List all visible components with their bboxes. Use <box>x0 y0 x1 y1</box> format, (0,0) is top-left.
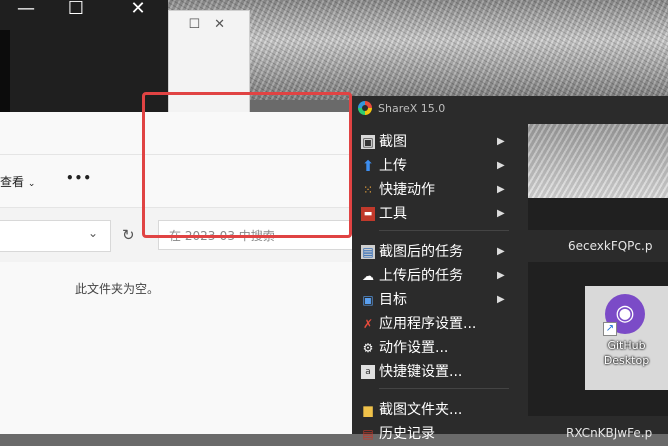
shortcut-arrow-icon: ↗ <box>603 322 617 336</box>
gear-icon: ⚙ <box>362 341 374 355</box>
toolbox-icon: ▬ <box>361 207 375 221</box>
close-icon[interactable]: ✕ <box>124 0 152 22</box>
menu-item-screenshots-folder[interactable]: ▆ 截图文件夹... <box>357 398 517 422</box>
maximize-icon[interactable]: ☐ <box>62 0 90 22</box>
menu-item-app-settings[interactable]: ✗ 应用程序设置... <box>357 312 517 336</box>
dark-window-content <box>0 30 10 112</box>
menu-item-history[interactable]: ▤ 历史记录 <box>357 422 517 446</box>
chevron-down-icon[interactable]: ⌄ <box>88 226 98 240</box>
menu-item-label: 截图 <box>379 134 407 150</box>
menu-item-tools[interactable]: ▬ 工具 ▶ <box>357 202 517 226</box>
menu-item-action-settings[interactable]: ⚙ 动作设置... <box>357 336 517 360</box>
chevron-down-icon: ⌄ <box>27 179 36 189</box>
submenu-arrow-icon: ▶ <box>497 270 505 281</box>
submenu-arrow-icon: ▶ <box>497 160 505 171</box>
empty-folder-text: 此文件夹为空。 <box>75 282 160 296</box>
submenu-arrow-icon: ▶ <box>497 246 505 257</box>
submenu-arrow-icon: ▶ <box>497 294 505 305</box>
thumbnail-footer <box>528 198 668 230</box>
camera-icon: ▣ <box>361 135 375 149</box>
menu-item-label: 截图文件夹... <box>379 402 463 418</box>
folder-icon: ▆ <box>363 403 373 417</box>
view-label: 查看 <box>0 175 25 189</box>
shortcut-label-line2: Desktop <box>603 354 650 367</box>
background-window-controls[interactable]: ☐✕ <box>188 17 239 32</box>
view-menu-button[interactable]: 查看 ⌄ <box>0 173 35 190</box>
history-icon: ▤ <box>362 427 374 441</box>
menu-item-label: 工具 <box>379 206 407 222</box>
monitor-target-icon: ▣ <box>362 293 374 307</box>
refresh-icon[interactable]: ↻ <box>122 226 135 244</box>
sharex-title: ShareX 15.0 <box>378 102 446 115</box>
menu-item-hotkey-settings[interactable]: a 快捷键设置... <box>357 360 517 384</box>
monitor-icon: ▤ <box>361 245 375 259</box>
keyboard-icon: a <box>361 365 375 379</box>
menu-item-label: 上传 <box>379 158 407 174</box>
menu-item-label: 目标 <box>379 292 407 308</box>
address-bar[interactable]: ⌄ <box>0 220 111 252</box>
menu-item-capture[interactable]: ▣ 截图 ▶ <box>357 130 517 154</box>
menu-item-label: 快捷动作 <box>379 182 435 198</box>
minimize-icon[interactable]: — <box>12 0 40 22</box>
sharex-context-menu: ▣ 截图 ▶ ⬆ 上传 ▶ ⁙ 快捷动作 ▶ ▬ 工具 ▶ ▤ 截图后的任务 ▶… <box>357 126 517 442</box>
more-options-button[interactable]: ••• <box>66 171 92 185</box>
menu-item-label: 历史记录 <box>379 426 435 442</box>
shortcut-label-line1: GitHub <box>607 339 646 352</box>
submenu-arrow-icon: ▶ <box>497 184 505 195</box>
menu-separator <box>379 388 509 389</box>
menu-item-upload[interactable]: ⬆ 上传 ▶ <box>357 154 517 178</box>
menu-item-after-upload[interactable]: ☁ 上传后的任务 ▶ <box>357 264 517 288</box>
menu-item-label: 上传后的任务 <box>379 268 463 284</box>
menu-item-label: 应用程序设置... <box>379 316 477 332</box>
file-name-1: 6ecexkFQPc.p <box>568 239 653 253</box>
github-desktop-shortcut[interactable]: ◉ ↗ GitHub Desktop <box>585 286 668 390</box>
grid-dots-icon: ⁙ <box>362 183 374 197</box>
menu-item-label: 动作设置... <box>379 340 449 356</box>
capture-thumbnail[interactable] <box>528 124 668 198</box>
menu-separator <box>379 230 509 231</box>
wrench-icon: ✗ <box>362 317 374 331</box>
menu-item-label: 截图后的任务 <box>379 244 463 260</box>
menu-item-after-capture[interactable]: ▤ 截图后的任务 ▶ <box>357 240 517 264</box>
file-name-2: RXCnKBJwFe.p <box>566 426 653 440</box>
upload-arrow-icon: ⬆ <box>361 157 375 175</box>
cloud-upload-icon: ☁ <box>362 269 374 283</box>
shortcut-label: GitHub Desktop <box>585 338 668 368</box>
sharex-logo-icon <box>358 101 372 115</box>
submenu-arrow-icon: ▶ <box>497 208 505 219</box>
menu-item-destinations[interactable]: ▣ 目标 ▶ <box>357 288 517 312</box>
highlight-rectangle <box>142 92 352 238</box>
submenu-arrow-icon: ▶ <box>497 136 505 147</box>
menu-item-quick-actions[interactable]: ⁙ 快捷动作 ▶ <box>357 178 517 202</box>
menu-item-label: 快捷键设置... <box>379 364 463 380</box>
